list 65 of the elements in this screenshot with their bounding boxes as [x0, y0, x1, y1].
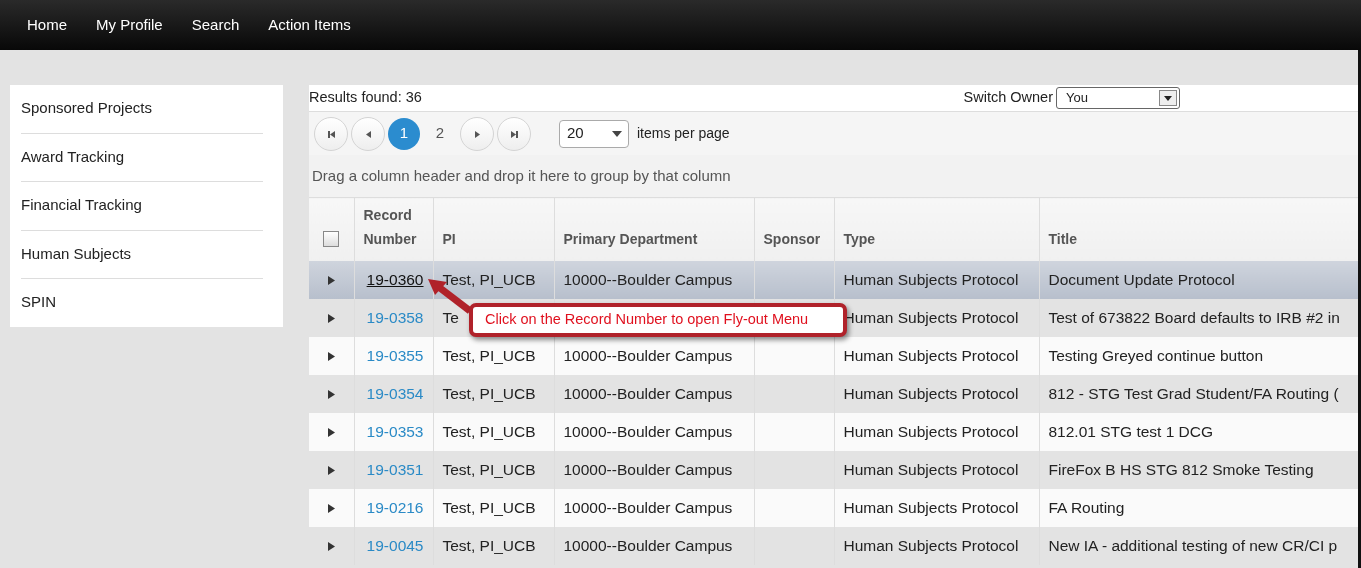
- expand-icon[interactable]: [327, 352, 335, 362]
- previous-page-icon: [363, 128, 373, 139]
- expand-icon[interactable]: [327, 504, 335, 514]
- group-hint: Drag a column header and drop it here to group by that column: [309, 155, 1358, 197]
- switch-owner-label: Switch Owner: [963, 88, 1053, 108]
- table-cell: Test, PI_UCB: [442, 384, 536, 402]
- table-cell: Test of 673822 Board defaults to IRB #2 in: [1048, 308, 1340, 326]
- table-cell: FireFox B HS STG 812 Smoke Testing: [1048, 460, 1314, 478]
- table-cell: 10000--Boulder Campus: [563, 422, 733, 440]
- table-cell: 812.01 STG test 1 DCG: [1048, 422, 1214, 440]
- expand-icon[interactable]: [327, 466, 335, 476]
- sidebar-item[interactable]: Financial Tracking: [21, 182, 263, 231]
- expand-icon[interactable]: [327, 542, 335, 552]
- caret-icon: [1164, 95, 1172, 101]
- table-cell: 10000--Boulder Campus: [563, 460, 733, 478]
- nav-link[interactable]: Action Items: [257, 1, 363, 49]
- table-cell: New IA - additional testing of new CR/CI p: [1048, 536, 1338, 554]
- table-cell: Human Subjects Protocol: [843, 346, 1019, 364]
- page-button[interactable]: 2: [424, 117, 456, 150]
- table-cell: Test, PI_UCB: [442, 346, 536, 364]
- table-cell: Document Update Protocol: [1048, 270, 1235, 288]
- per-page-select[interactable]: 20: [559, 119, 629, 148]
- table-cell: 10000--Boulder Campus: [563, 536, 733, 554]
- table-cell: 10000--Boulder Campus: [563, 498, 733, 516]
- table-cell: Human Subjects Protocol: [843, 498, 1019, 516]
- table-cell: 10000--Boulder Campus: [563, 346, 733, 364]
- page-button[interactable]: 1: [388, 117, 420, 150]
- sidebar-item[interactable]: Human Subjects: [21, 230, 263, 279]
- table-cell: Te: [442, 308, 459, 326]
- table-cell: 10000--Boulder Campus: [563, 384, 733, 402]
- table-cell: Test, PI_UCB: [442, 536, 536, 554]
- table-cell: 812 - STG Test Grad Student/FA Routing (: [1048, 384, 1339, 402]
- expand-icon[interactable]: [327, 428, 335, 438]
- first-page-icon: [326, 128, 336, 139]
- nav-link[interactable]: My Profile: [85, 1, 175, 49]
- table-cell: FA Routing: [1048, 498, 1125, 516]
- table-cell: 10000--Boulder Campus: [563, 270, 733, 288]
- sidebar-item[interactable]: SPIN: [21, 279, 263, 328]
- table-cell: Human Subjects Protocol: [843, 536, 1019, 554]
- expand-icon[interactable]: [327, 314, 335, 324]
- expand-icon[interactable]: [327, 390, 335, 400]
- per-page-label: items per page: [637, 124, 730, 143]
- sidebar-item[interactable]: Award Tracking: [21, 133, 263, 182]
- table-cell: Test, PI_UCB: [442, 498, 536, 516]
- nav-link[interactable]: Home: [16, 1, 79, 49]
- table-cell: Test, PI_UCB: [442, 460, 536, 478]
- table-cell: Human Subjects Protocol: [843, 460, 1019, 478]
- expand-icon[interactable]: [327, 276, 335, 286]
- table-cell: Test, PI_UCB: [442, 422, 536, 440]
- table-cell: Human Subjects Protocol: [843, 270, 1019, 288]
- callout: Click on the Record Number to open Fly-out Menu: [469, 303, 847, 337]
- last-page-icon: [509, 128, 519, 139]
- caret-icon: [612, 131, 622, 138]
- table-cell: Test, PI_UCB: [442, 270, 536, 288]
- select-all-checkbox[interactable]: [323, 230, 340, 247]
- table-cell: Human Subjects Protocol: [843, 422, 1019, 440]
- table-cell: Human Subjects Protocol: [843, 384, 1019, 402]
- table-cell: Testing Greyed continue button: [1048, 346, 1264, 364]
- owner-select[interactable]: You: [1056, 87, 1180, 109]
- sidebar-item[interactable]: Sponsored Projects: [21, 85, 263, 134]
- nav-link[interactable]: Search: [180, 1, 252, 49]
- results-count: Results found: 36: [309, 88, 422, 108]
- first-page-button[interactable]: [314, 116, 348, 151]
- last-page-button[interactable]: [497, 116, 531, 151]
- next-page-icon: [472, 128, 482, 139]
